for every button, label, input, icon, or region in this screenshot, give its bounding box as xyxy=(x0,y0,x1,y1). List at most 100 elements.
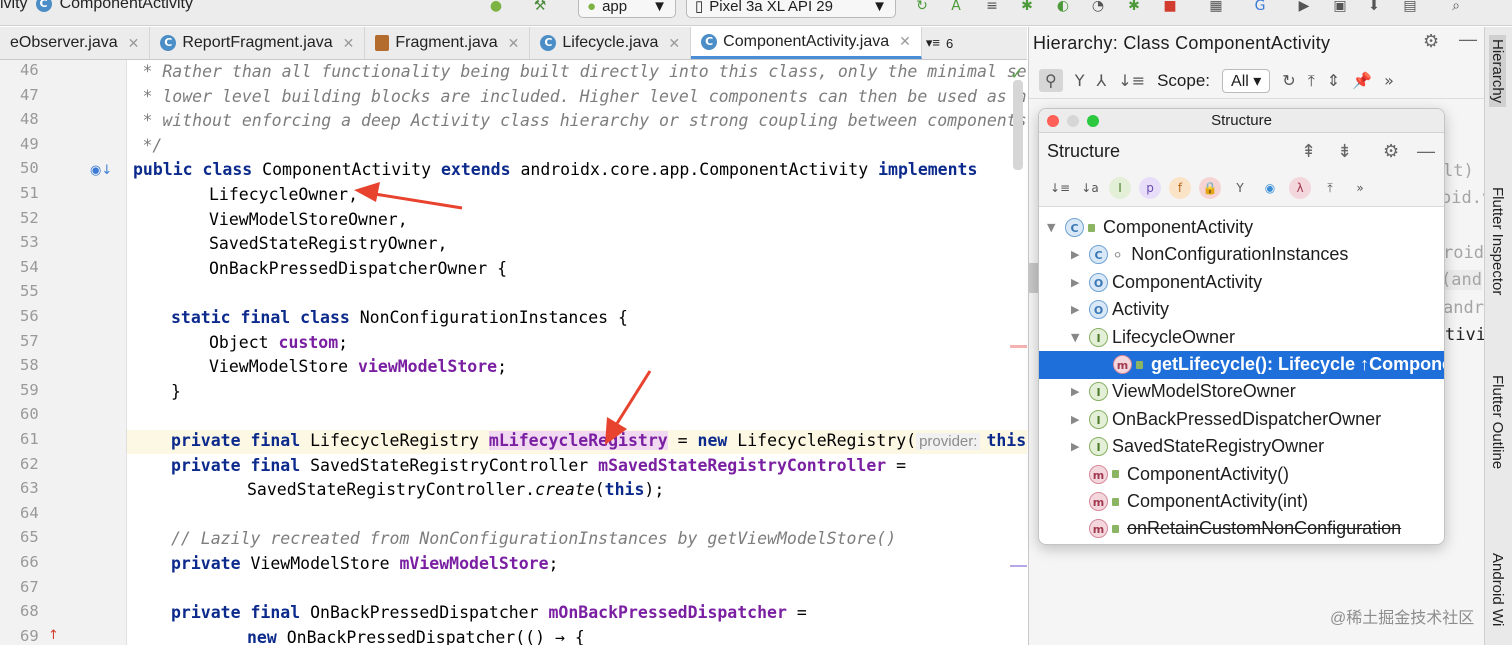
search-icon[interactable]: ⌕ xyxy=(1446,0,1466,15)
breadcrumb-class[interactable]: ComponentActivity xyxy=(60,0,193,13)
collapse-arrow-icon[interactable]: ▶ xyxy=(1071,378,1085,405)
structure-title: Structure xyxy=(1047,140,1121,161)
collapse-arrow-icon[interactable]: ▶ xyxy=(1071,269,1085,296)
tab-overflow-count: 6 xyxy=(946,35,954,51)
close-window-icon[interactable] xyxy=(1047,115,1059,127)
sdk-icon[interactable]: ⬇ xyxy=(1364,0,1384,15)
close-icon[interactable]: ✕ xyxy=(343,35,355,52)
android-icon[interactable]: ● xyxy=(486,0,506,15)
structure-tree-item[interactable]: m onRetainCustomNonConfiguration xyxy=(1071,515,1401,542)
tab-report-fragment[interactable]: C ReportFragment.java ✕ xyxy=(150,27,366,59)
tab-component-activity[interactable]: C ComponentActivity.java ✕ xyxy=(691,27,922,59)
gear-icon[interactable]: ⚙ xyxy=(1423,31,1439,52)
more-icon[interactable]: » xyxy=(1384,71,1394,90)
show-interfaces-icon[interactable]: I xyxy=(1109,176,1131,199)
minimize-window-icon[interactable] xyxy=(1067,115,1079,127)
structure-tree-item[interactable]: ▶ O Activity xyxy=(1071,296,1169,323)
sync-icon[interactable]: ▦ xyxy=(1206,0,1226,15)
class-icon: C xyxy=(540,35,557,51)
tab-hierarchy[interactable]: Hierarchy xyxy=(1489,35,1506,108)
code-line: SavedStateRegistryController.create(this… xyxy=(247,478,664,502)
collapse-all-icon[interactable]: ⇟ xyxy=(1337,141,1352,162)
stop-icon[interactable]: ■ xyxy=(1160,0,1180,15)
avd-manager-icon[interactable]: ▶ xyxy=(1294,0,1314,15)
structure-tree-item[interactable]: m ComponentActivity() xyxy=(1071,461,1289,488)
collapse-arrow-icon[interactable]: ▶ xyxy=(1071,296,1085,323)
structure-tree-item[interactable]: ▶ I OnBackPressedDispatcherOwner xyxy=(1071,406,1381,433)
show-fields-icon[interactable]: f xyxy=(1169,176,1191,199)
close-icon[interactable]: ✕ xyxy=(668,35,680,52)
type-hierarchy-icon[interactable]: ⚲ xyxy=(1039,69,1063,92)
override-marker-icon[interactable]: ↑ xyxy=(48,628,59,643)
anonymous-classes-icon[interactable]: ◉ xyxy=(1259,177,1281,199)
close-icon[interactable]: ✕ xyxy=(128,35,140,52)
expand-all-icon[interactable]: ⇞ xyxy=(1301,141,1316,162)
export-icon[interactable]: ⤒ xyxy=(1308,71,1315,91)
collapse-arrow-icon[interactable]: ▶ xyxy=(1071,241,1085,268)
implements-marker-icon[interactable]: ◉↓ xyxy=(90,163,112,178)
tab-lifecycle[interactable]: C Lifecycle.java ✕ xyxy=(530,27,692,59)
expand-arrow-icon[interactable]: ▼ xyxy=(1071,324,1085,351)
subtypes-icon[interactable]: ⅄ xyxy=(1097,71,1107,90)
collapse-arrow-icon[interactable]: ▶ xyxy=(1071,433,1085,460)
tab-fragment[interactable]: Fragment.java ✕ xyxy=(365,27,531,59)
code-token: this xyxy=(986,431,1027,450)
debug-icon[interactable]: ✱ xyxy=(1017,0,1037,15)
breadcrumb[interactable]: ivity C ComponentActivity xyxy=(0,0,193,14)
translate-icon[interactable]: G xyxy=(1250,0,1270,15)
zoom-window-icon[interactable] xyxy=(1087,115,1099,127)
sort-by-type-icon[interactable]: ↓≡ xyxy=(1049,177,1071,199)
inherited-icon[interactable]: Y xyxy=(1229,177,1251,199)
structure-tree-item[interactable]: ▶ I ViewModelStoreOwner xyxy=(1071,378,1296,405)
structure-tree-item[interactable]: ▼ C ComponentActivity xyxy=(1047,214,1253,241)
supertypes-icon[interactable]: Y xyxy=(1075,71,1085,90)
tab-overflow[interactable]: ▾≡ 6 xyxy=(922,27,957,59)
attach-debugger-icon[interactable]: ✱ xyxy=(1124,0,1144,15)
device-dropdown[interactable]: ▯ Pixel 3a XL API 29 ▼ xyxy=(686,0,896,18)
attach-icon[interactable]: ≡ xyxy=(982,0,1002,15)
gauge-icon[interactable]: ◔ xyxy=(1088,0,1108,15)
code-token: OnBackPressedDispatcher(() → { xyxy=(276,627,585,645)
run-config-dropdown[interactable]: ● app ▼ xyxy=(578,0,676,18)
refresh-icon[interactable]: ↻ xyxy=(1282,71,1295,90)
close-icon[interactable]: ✕ xyxy=(899,33,911,50)
structure-tree-item[interactable]: ▼ I LifecycleOwner xyxy=(1071,324,1235,351)
tab-flutter-outline[interactable]: Flutter Outline xyxy=(1489,375,1506,469)
structure-tree-item[interactable]: ▶ O ComponentActivity xyxy=(1071,269,1262,296)
sort-icon[interactable]: ↓≡ xyxy=(1118,71,1145,90)
close-icon[interactable]: ✕ xyxy=(508,35,520,52)
more-icon[interactable]: » xyxy=(1349,177,1371,199)
minimize-icon[interactable]: — xyxy=(1417,141,1435,162)
scope-dropdown[interactable]: All ▾ xyxy=(1222,68,1271,93)
tab-label: Fragment.java xyxy=(395,34,498,51)
structure-tree-item[interactable]: m ComponentActivity(int) xyxy=(1071,488,1308,515)
error-stripe-mark[interactable] xyxy=(1010,565,1027,567)
layout-icon[interactable]: ▣ xyxy=(1330,0,1350,15)
build-hammer-icon[interactable]: ⚒ xyxy=(530,0,550,15)
apply-changes-icon[interactable]: ↻ xyxy=(912,0,932,15)
sort-alpha-icon[interactable]: ↓a xyxy=(1079,177,1101,199)
expand-all-icon[interactable]: ⇕ xyxy=(1327,71,1340,90)
structure-tree-item[interactable]: m getLifecycle(): Lifecycle ↑ComponentA xyxy=(1095,351,1444,378)
show-properties-icon[interactable]: p xyxy=(1139,176,1161,199)
scrollbar[interactable] xyxy=(1013,80,1023,170)
tab-android-wifi[interactable]: Android Wi xyxy=(1489,553,1506,626)
expand-arrow-icon[interactable]: ▼ xyxy=(1047,214,1061,241)
device-manager-icon[interactable]: ▤ xyxy=(1400,0,1420,15)
code-editor[interactable]: ◉↓ ↑ 46 * Rather than all functionality b… xyxy=(0,60,1027,645)
autoscroll-icon[interactable]: ⤒ xyxy=(1319,177,1341,199)
lock-icon[interactable]: 🔒 xyxy=(1199,176,1221,199)
gear-icon[interactable]: ⚙ xyxy=(1383,141,1399,162)
interface-icon: I xyxy=(1089,382,1108,402)
structure-tree-item[interactable]: ▶ C ∘ NonConfigurationInstances xyxy=(1071,241,1348,268)
structure-tree-item[interactable]: ▶ I SavedStateRegistryOwner xyxy=(1071,433,1324,460)
lambdas-icon[interactable]: λ xyxy=(1289,176,1311,199)
minimize-icon[interactable]: — xyxy=(1459,29,1477,50)
apply-code-changes-icon[interactable]: A xyxy=(946,0,966,15)
pin-icon[interactable]: 📌 xyxy=(1352,71,1372,90)
tab-flutter-inspector[interactable]: Flutter Inspector xyxy=(1489,187,1506,295)
collapse-arrow-icon[interactable]: ▶ xyxy=(1071,406,1085,433)
error-stripe-mark[interactable] xyxy=(1010,345,1027,348)
tab-lifecycle-observer[interactable]: eObserver.java ✕ xyxy=(0,27,151,59)
profile-icon[interactable]: ◐ xyxy=(1053,0,1073,15)
